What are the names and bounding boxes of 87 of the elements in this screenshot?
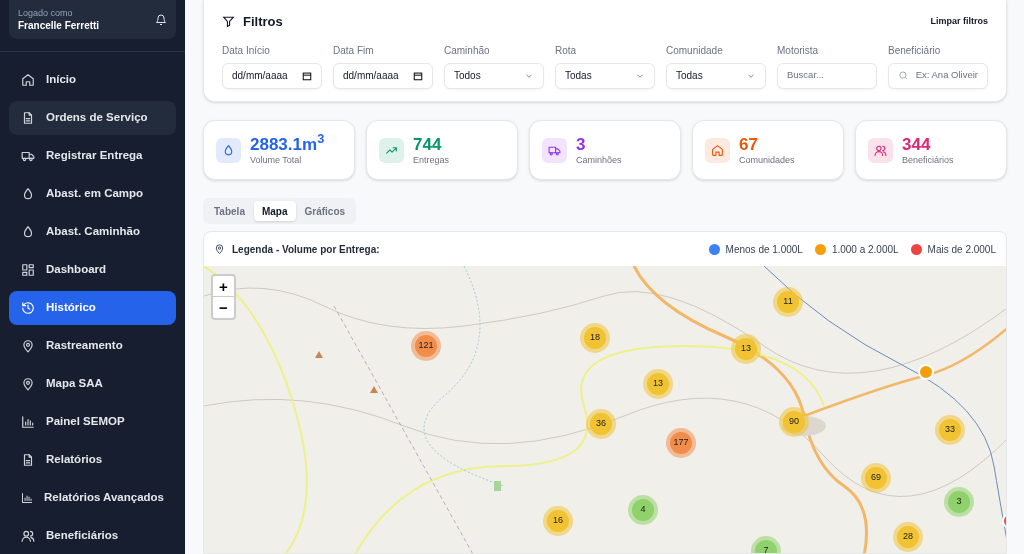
stat-label: Beneficiários bbox=[902, 154, 954, 166]
users-icon bbox=[21, 529, 35, 543]
map-cluster-marker[interactable]: 11 bbox=[773, 287, 803, 317]
location-pin-icon bbox=[214, 243, 225, 255]
search-icon bbox=[898, 70, 909, 81]
view-tab[interactable]: Tabela bbox=[206, 201, 253, 221]
location-pin-icon bbox=[21, 339, 35, 353]
map-cluster-marker[interactable]: 3 bbox=[944, 487, 974, 517]
calendar-icon bbox=[413, 70, 423, 81]
nav-item[interactable]: Mapa SAA bbox=[9, 367, 176, 401]
map-cluster-marker[interactable]: 18 bbox=[580, 323, 610, 353]
truck-icon bbox=[21, 149, 35, 163]
dropdown[interactable]: Todas bbox=[555, 62, 655, 89]
nav-item[interactable]: Painel SEMOP bbox=[9, 405, 176, 439]
map-cluster-marker[interactable]: 13 bbox=[731, 334, 761, 364]
stat-value: 744 bbox=[413, 134, 443, 155]
nav-item[interactable]: Dashboard bbox=[9, 253, 176, 287]
bell-icon[interactable] bbox=[155, 13, 167, 26]
grid-icon bbox=[21, 263, 35, 277]
nav-item[interactable]: Registrar Entrega bbox=[9, 139, 176, 173]
nav-item[interactable]: Abast. em Campo bbox=[9, 177, 176, 211]
legend-label: 1.000 a 2.000L bbox=[831, 242, 899, 257]
input-field[interactable]: Buscar... bbox=[777, 62, 877, 89]
map-cluster-marker[interactable]: 36 bbox=[586, 409, 616, 439]
field-label: Rota bbox=[555, 43, 578, 58]
house-icon bbox=[21, 73, 35, 87]
filter-icon bbox=[222, 15, 235, 29]
field-label: Beneficiário bbox=[888, 43, 942, 58]
legend-label: Mais de 2.000L bbox=[927, 242, 996, 257]
map-cluster-marker[interactable]: 4 bbox=[628, 495, 658, 525]
document-icon bbox=[21, 111, 35, 125]
stat-label: Caminhões bbox=[576, 154, 622, 166]
user-name: Francelle Ferretti bbox=[18, 18, 100, 32]
map-cluster-marker[interactable]: 69 bbox=[861, 463, 891, 493]
stat-value: 67 bbox=[739, 134, 759, 155]
nav-item[interactable]: Abast. Caminhão bbox=[9, 215, 176, 249]
nav-item[interactable]: Ordens de Serviço bbox=[9, 101, 176, 135]
filters-title: Filtros bbox=[243, 13, 283, 31]
bar-chart-icon bbox=[21, 491, 34, 505]
calendar-icon bbox=[302, 70, 312, 81]
map-cluster-marker[interactable]: 16 bbox=[543, 506, 573, 536]
stat-label: Comunidades bbox=[739, 154, 795, 166]
document-icon bbox=[21, 453, 35, 467]
date-field[interactable]: dd/mm/aaaa bbox=[333, 62, 433, 89]
map-cluster-marker[interactable]: 28 bbox=[893, 522, 923, 552]
nav-item[interactable]: Início bbox=[9, 63, 176, 97]
nav-item[interactable]: Relatórios Avançados bbox=[9, 481, 176, 515]
field-label: Data Fim bbox=[333, 43, 375, 58]
view-tab[interactable]: Gráficos bbox=[296, 201, 354, 221]
drop-icon bbox=[21, 187, 35, 201]
legend-label: Menos de 1.000L bbox=[725, 242, 803, 257]
user-caption: Logado como bbox=[18, 7, 74, 19]
input-field[interactable]: Ex: Ana Oliveir bbox=[888, 62, 988, 89]
nav-item[interactable]: Relatórios bbox=[9, 443, 176, 477]
nav-item[interactable]: Histórico bbox=[9, 291, 176, 325]
nav-item[interactable]: Beneficiários bbox=[9, 519, 176, 553]
stat-value: 2883.1m$^{3}$ bbox=[250, 134, 325, 155]
zoom-in-button[interactable]: + bbox=[213, 276, 234, 297]
map-cluster-marker[interactable]: 121 bbox=[411, 331, 441, 361]
map-cluster-marker[interactable]: 177 bbox=[666, 428, 696, 458]
map-cluster-marker[interactable]: 90 bbox=[779, 407, 809, 437]
bar-chart-icon bbox=[21, 415, 35, 429]
field-label: Comunidade bbox=[666, 43, 724, 58]
map-cluster-marker[interactable]: 13 bbox=[643, 369, 673, 399]
legend-title: Legenda - Volume por Entrega: bbox=[232, 242, 380, 257]
nav-item[interactable]: Rastreamento bbox=[9, 329, 176, 363]
users-icon bbox=[874, 143, 887, 157]
field-label: Data Início bbox=[222, 43, 271, 58]
map-cluster-marker[interactable]: 33 bbox=[935, 415, 965, 445]
drop-icon bbox=[21, 225, 35, 239]
view-tab[interactable]: Mapa bbox=[253, 201, 296, 221]
stat-label: Volume Total bbox=[250, 154, 303, 166]
zoom-out-button[interactable]: − bbox=[213, 297, 234, 318]
clear-filters-link[interactable]: Limpar filtros bbox=[930, 15, 988, 29]
date-field[interactable]: dd/mm/aaaa bbox=[222, 62, 322, 89]
house-icon bbox=[711, 143, 724, 157]
location-pin-icon bbox=[21, 377, 35, 391]
stat-value: 3 bbox=[576, 134, 587, 155]
stat-label: Entregas bbox=[413, 154, 450, 166]
field-label: Caminhão bbox=[444, 43, 491, 58]
history-icon bbox=[21, 301, 35, 315]
field-label: Motorista bbox=[777, 43, 820, 58]
map-cluster-marker[interactable]: 7 bbox=[751, 536, 781, 553]
dropdown[interactable]: Todas bbox=[666, 62, 766, 89]
dropdown[interactable]: Todos bbox=[444, 62, 544, 89]
stat-value: 344 bbox=[902, 134, 932, 155]
drop-icon bbox=[222, 143, 235, 157]
